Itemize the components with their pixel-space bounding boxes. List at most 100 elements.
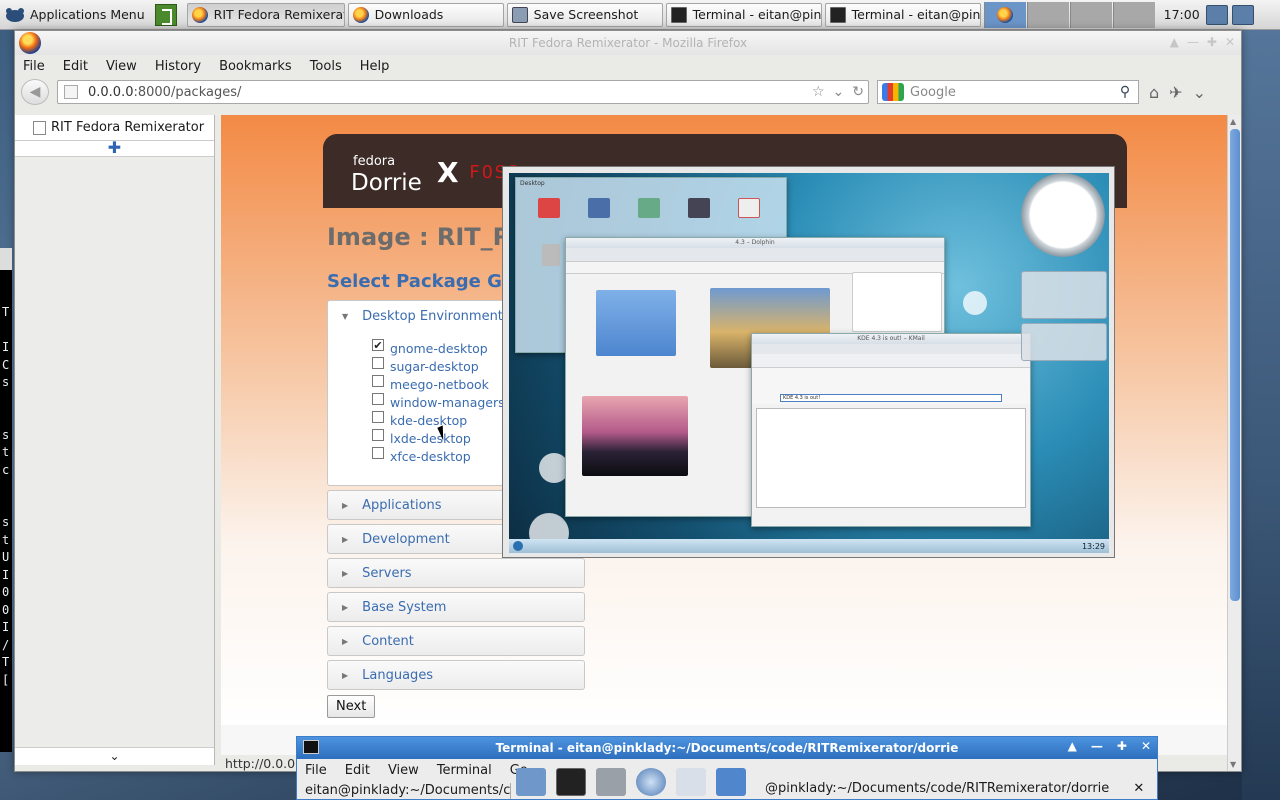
applications-menu-button[interactable]: Applications Menu [0, 0, 151, 30]
network-icon[interactable] [1205, 4, 1228, 25]
menu-file[interactable]: File [23, 59, 45, 74]
workspace-2[interactable] [1026, 1, 1069, 28]
terminal-menu-file[interactable]: File [305, 763, 327, 778]
scroll-up-icon[interactable]: ▲ [1230, 117, 1236, 126]
task-downloads[interactable]: Downloads [347, 2, 504, 27]
reload-icon[interactable]: ↻ [852, 84, 864, 100]
task-label: Terminal - eitan@pink... [851, 7, 981, 22]
page-icon [33, 120, 46, 135]
home-icon[interactable]: ⌂ [1149, 83, 1159, 102]
maximize-button[interactable]: ✚ [1117, 739, 1127, 753]
kde-panel-clock: 13:29 [1081, 541, 1105, 551]
url-bar[interactable]: 0.0.0.0:8000/packages/ ☆ ⌄ ↻ [57, 80, 869, 104]
task-terminal-1[interactable]: Terminal - eitan@pink... [665, 2, 822, 27]
kde-screenshot-preview: Desktop 4.3 – Dolphin KDE 4.3 is out! – … [502, 166, 1115, 558]
document-icon [738, 198, 760, 218]
workspace-3[interactable] [1069, 1, 1112, 28]
triangle-right-icon: ▶ [342, 534, 349, 544]
checkbox[interactable] [372, 447, 384, 459]
bookmark-star-icon[interactable]: ☆ [812, 84, 825, 100]
terminal-icon [829, 6, 846, 23]
panel-clock[interactable]: 17:00 [1160, 7, 1204, 22]
terminal-tab-1[interactable]: eitan@pinklady:~/Documents/co [297, 783, 511, 799]
addon-icon[interactable]: ✈ [1169, 83, 1182, 102]
close-button[interactable]: ✕ [1225, 35, 1235, 49]
workspace-4[interactable] [1112, 1, 1155, 28]
xfce-mouse-icon [6, 7, 24, 22]
checkbox[interactable]: ✔ [372, 339, 384, 352]
task-label: Terminal - eitan@pink... [692, 7, 822, 22]
video-icon [688, 198, 710, 218]
task-save-screenshot[interactable]: Save Screenshot [506, 2, 663, 27]
screenshot-app-icon[interactable] [516, 768, 546, 796]
group-label: Base System [362, 599, 447, 615]
menu-bookmarks[interactable]: Bookmarks [219, 59, 292, 74]
logout-launcher-icon[interactable] [154, 3, 177, 26]
back-button[interactable]: ◀ [21, 79, 49, 105]
new-tab-plus-icon[interactable]: ✚ [15, 140, 214, 157]
task-terminal-2[interactable]: Terminal - eitan@pink... [824, 2, 981, 27]
url-dropdown-icon[interactable]: ⌄ [833, 84, 845, 100]
minimize-button[interactable]: — [1091, 739, 1103, 753]
vertical-scrollbar[interactable]: ▲ ▼ [1227, 115, 1241, 771]
shade-button[interactable]: ▲ [1170, 35, 1179, 49]
package-label: window-managers [390, 394, 505, 410]
search-app-icon[interactable] [676, 768, 706, 796]
google-engine-icon[interactable] [882, 83, 904, 101]
places-panel [852, 272, 942, 332]
site-identity-icon [64, 85, 78, 99]
terminal-menu-terminal[interactable]: Terminal [437, 763, 492, 778]
menu-help[interactable]: Help [360, 59, 390, 74]
system-tray-icon[interactable] [1231, 4, 1254, 25]
checkbox[interactable] [372, 375, 384, 387]
group-content[interactable]: ▶ Content [327, 626, 585, 656]
terminal-app-icon[interactable] [556, 768, 586, 796]
group-label: Servers [362, 565, 412, 581]
file-cabinet-icon[interactable] [596, 768, 626, 796]
terminal-menu-view[interactable]: View [388, 763, 419, 778]
checkbox[interactable] [372, 357, 384, 369]
terminal-titlebar[interactable]: Terminal - eitan@pinklady:~/Documents/co… [297, 737, 1157, 759]
chevron-down-icon[interactable]: ⌄ [1193, 83, 1206, 102]
group-label: Languages [362, 667, 434, 683]
next-button[interactable]: Next [327, 695, 376, 718]
checkbox[interactable] [372, 393, 384, 405]
group-base-system[interactable]: ▶ Base System [327, 592, 585, 622]
terminal-tab-2[interactable]: @pinklady:~/Documents/code/RITRemixerato… [765, 781, 1145, 799]
workspace-1[interactable] [983, 1, 1026, 28]
group-languages[interactable]: ▶ Languages [327, 660, 585, 690]
kmail-window: KDE 4.3 is out! – KMail KDE 4.3 is out! [751, 333, 1031, 527]
firefox-titlebar[interactable]: RIT Fedora Remixerator - Mozilla Firefox… [15, 31, 1241, 55]
folder-app-icon[interactable] [716, 768, 746, 796]
search-icon[interactable]: ⚲ [1115, 82, 1135, 102]
minimize-button[interactable]: — [1187, 35, 1199, 49]
group-label: Desktop Environments [362, 308, 510, 324]
background-terminal-edge: T I Cs s t c s t U I 0 0 I / T[ [0, 248, 12, 752]
menu-edit[interactable]: Edit [63, 59, 88, 74]
group-servers[interactable]: ▶ Servers [327, 558, 585, 588]
search-bar[interactable]: Google ⚲ [877, 80, 1139, 104]
top-panel: Applications Menu RIT Fedora Remixerat..… [0, 0, 1280, 30]
shade-button[interactable]: ▲ [1068, 739, 1077, 753]
navigation-toolbar: ◀ 0.0.0.0:8000/packages/ ☆ ⌄ ↻ Google ⚲ ⌂ … [15, 77, 1241, 107]
package-label: meego-netbook [390, 376, 489, 392]
menu-tools[interactable]: Tools [310, 59, 342, 74]
web-browser-icon[interactable] [636, 768, 666, 796]
triangle-down-icon: ▼ [342, 311, 349, 321]
task-firefox[interactable]: RIT Fedora Remixerat... [186, 2, 345, 27]
menu-view[interactable]: View [106, 59, 137, 74]
cpu-widget [1021, 323, 1107, 361]
sidebar-scroll-down-icon[interactable]: ⌄ [15, 747, 214, 765]
package-label: xfce-desktop [390, 448, 471, 464]
scrollbar-thumb[interactable] [1230, 129, 1240, 601]
checkbox[interactable] [372, 429, 384, 441]
checkbox[interactable] [372, 411, 384, 423]
close-button[interactable]: ✕ [1141, 739, 1151, 753]
triangle-right-icon: ▶ [342, 602, 349, 612]
close-tab-icon[interactable]: ✕ [1133, 781, 1144, 796]
maximize-button[interactable]: ✚ [1207, 35, 1217, 49]
terminal-menu-edit[interactable]: Edit [345, 763, 370, 778]
scroll-down-icon[interactable]: ▼ [1230, 760, 1236, 769]
menu-history[interactable]: History [155, 59, 201, 74]
tab-sidebar: RIT Fedora Remixerator ✚ ⌄ [15, 115, 215, 765]
